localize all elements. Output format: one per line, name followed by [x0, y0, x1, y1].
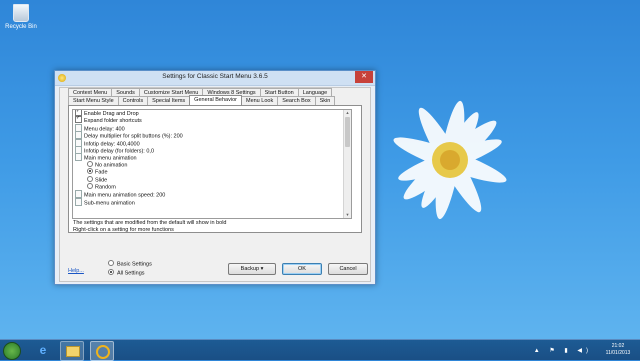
tab-skin[interactable]: Skin — [314, 96, 336, 105]
window-title: Settings for Classic Start Menu 3.6.5 — [162, 73, 268, 80]
radio-icon[interactable] — [87, 175, 93, 182]
setting-label: Sub-menu animation — [84, 200, 135, 207]
file-explorer-button[interactable] — [60, 341, 84, 361]
option-no-animation[interactable]: No animation — [73, 160, 351, 169]
internet-explorer-icon[interactable]: e — [32, 341, 54, 359]
tray-icons[interactable]: ▲ ⚑ ▮ ◀) — [534, 347, 592, 354]
ok-button[interactable]: OK — [282, 263, 322, 275]
folder-icon — [66, 346, 80, 357]
tab-controls[interactable]: Controls — [117, 96, 149, 105]
clock-date: 11/01/2013 — [605, 350, 631, 356]
tab-special-items[interactable]: Special Items — [147, 96, 191, 105]
window-titlebar[interactable]: Settings for Classic Start Menu 3.6.5 ✕ — [55, 71, 375, 86]
all-settings-label: All Settings — [117, 270, 145, 277]
setting-infotip-delay-folders[interactable]: Infotip delay (for folders): 0,0 — [73, 145, 351, 154]
backup-label: Backup — [240, 266, 260, 272]
classic-shell-icon — [96, 345, 110, 359]
settings-scrollbar[interactable]: ▲ ▼ — [343, 110, 351, 218]
setting-label: Expand folder shortcuts — [84, 118, 142, 125]
help-link[interactable]: Help... — [68, 268, 84, 274]
setting-expand-folder-shortcuts[interactable]: Expand folder shortcuts — [73, 115, 351, 125]
hint-right-click: Right-click on a setting for more functi… — [73, 227, 174, 233]
setting-sub-menu-animation[interactable]: Sub-menu animation — [73, 197, 351, 207]
setting-main-menu-animation-speed[interactable]: Main menu animation speed: 200 — [73, 190, 351, 199]
setting-enable-drag-drop[interactable]: Enable Drag and Drop — [73, 110, 351, 117]
radio-selected-icon[interactable] — [87, 168, 93, 175]
radio-selected-icon[interactable] — [108, 269, 114, 275]
basic-settings-label: Basic Settings — [117, 261, 152, 268]
tab-menu-look[interactable]: Menu Look — [240, 96, 279, 105]
recycle-bin-icon — [13, 4, 29, 22]
option-label: Fade — [95, 169, 108, 176]
tab-general-behavior[interactable]: General Behavior — [189, 95, 242, 105]
setting-value-icon — [75, 197, 82, 206]
cancel-button[interactable]: Cancel — [328, 263, 368, 275]
settings-list[interactable]: Enable Drag and Drop Expand folder short… — [72, 109, 352, 219]
clock-time: 21:02 — [611, 343, 625, 349]
taskbar: e ▲ ⚑ ▮ ◀) 21:02 11/01/2013 — [0, 339, 640, 361]
checkbox-icon[interactable] — [75, 115, 82, 124]
settings-window: Settings for Classic Start Menu 3.6.5 ✕ … — [54, 70, 376, 285]
setting-label: Enable Drag and Drop — [84, 110, 139, 117]
option-label: Slide — [95, 176, 108, 183]
option-fade[interactable]: Fade — [73, 168, 351, 176]
option-label: No animation — [95, 162, 128, 169]
scroll-thumb[interactable] — [345, 117, 350, 147]
hint-modified-bold: The settings that are modified from the … — [73, 220, 227, 226]
tab-start-menu-style[interactable]: Start Menu Style — [68, 96, 119, 105]
classic-shell-button[interactable] — [90, 341, 114, 361]
clock[interactable]: 21:02 11/01/2013 — [600, 343, 636, 357]
tab-search-box[interactable]: Search Box — [277, 96, 316, 105]
start-button[interactable] — [3, 342, 21, 360]
option-slide[interactable]: Slide — [73, 175, 351, 184]
radio-icon[interactable] — [108, 260, 114, 266]
option-label: Random — [95, 184, 116, 191]
setting-menu-delay[interactable]: Menu delay: 400 — [73, 123, 351, 132]
setting-value-icon — [75, 153, 82, 162]
basic-settings-option[interactable]: Basic Settings — [108, 260, 152, 268]
all-settings-option[interactable]: All Settings — [108, 269, 145, 277]
settings-panel: Context Menu Sounds Customize Start Menu… — [59, 87, 371, 282]
backup-button[interactable]: Backup ▾ — [228, 263, 276, 275]
recycle-bin-label: Recycle Bin — [5, 24, 37, 30]
scroll-up-icon[interactable]: ▲ — [344, 110, 351, 116]
scroll-down-icon[interactable]: ▼ — [344, 212, 351, 218]
close-button[interactable]: ✕ — [355, 71, 373, 83]
setting-delay-multiplier[interactable]: Delay multiplier for split buttons (%): … — [73, 131, 351, 140]
recycle-bin-shortcut[interactable]: Recycle Bin — [4, 4, 38, 30]
option-random[interactable]: Random — [73, 182, 351, 191]
radio-icon[interactable] — [87, 160, 93, 167]
radio-icon[interactable] — [87, 182, 93, 189]
chevron-down-icon: ▾ — [260, 266, 264, 272]
general-behavior-page: Enable Drag and Drop Expand folder short… — [68, 105, 362, 233]
setting-main-menu-animation[interactable]: Main menu animation — [73, 153, 351, 162]
setting-infotip-delay[interactable]: Infotip delay: 400,4000 — [73, 138, 351, 147]
